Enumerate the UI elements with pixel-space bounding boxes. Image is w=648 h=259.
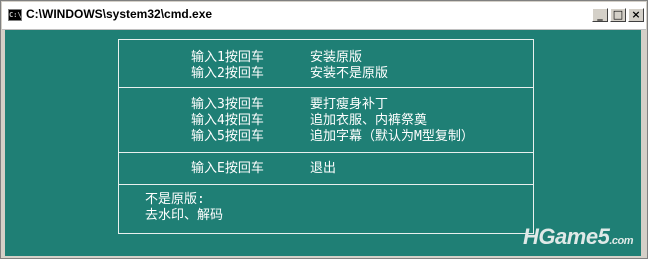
maximize-button[interactable]: □ (610, 8, 626, 22)
menu-box: 输入1按回车 安装原版 输入2按回车 安装不是原版 输入3按回车 要打瘦身补丁 … (118, 39, 534, 234)
option-3-key: 输入3按回车 (191, 97, 264, 112)
cmd-window: C:\ C:\WINDOWS\system32\cmd.exe _ □ × 输入… (0, 0, 648, 259)
option-1-key: 输入1按回车 (191, 50, 264, 65)
option-5-action: 追加字幕（默认为M型复制） (310, 129, 474, 144)
close-button[interactable]: × (628, 8, 644, 22)
note-text: 去水印、解码 (145, 208, 224, 223)
minimize-button[interactable]: _ (592, 8, 608, 22)
option-4-key: 输入4按回车 (191, 113, 264, 128)
window-title: C:\WINDOWS\system32\cmd.exe (26, 7, 213, 21)
option-2-action: 安装不是原版 (310, 66, 389, 81)
divider (119, 184, 533, 185)
option-exit-action: 退出 (310, 161, 337, 176)
option-3-action: 要打瘦身补丁 (310, 97, 389, 112)
divider (119, 152, 533, 153)
option-2-key: 输入2按回车 (191, 66, 264, 81)
note-heading: 不是原版: (145, 192, 205, 207)
divider (119, 87, 533, 88)
console-area[interactable]: 输入1按回车 安装原版 输入2按回车 安装不是原版 输入3按回车 要打瘦身补丁 … (5, 30, 641, 256)
option-5-key: 输入5按回车 (191, 129, 264, 144)
cmd-icon[interactable]: C:\ (8, 9, 22, 21)
watermark-domain: .com (609, 235, 633, 247)
option-exit-key: 输入E按回车 (191, 161, 264, 176)
option-4-action: 追加衣服、内裤祭奠 (310, 113, 428, 128)
watermark-logo: HGame5.com (523, 224, 633, 250)
option-1-action: 安装原版 (310, 50, 363, 65)
title-bar[interactable]: C:\ C:\WINDOWS\system32\cmd.exe _ □ × (2, 2, 646, 30)
watermark-main: HGame5 (523, 224, 610, 249)
scrollbar[interactable] (641, 30, 647, 256)
